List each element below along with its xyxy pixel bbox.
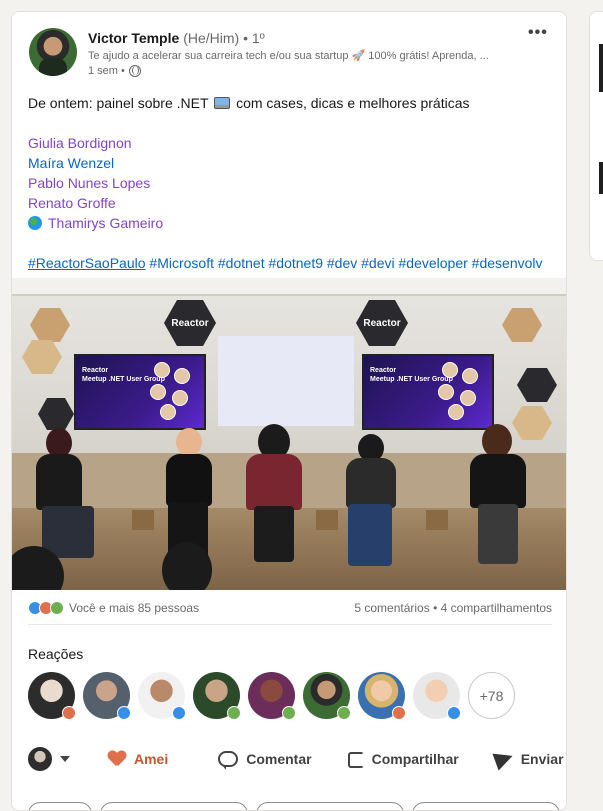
- mention-link[interactable]: Pablo Nunes Lopes: [28, 175, 150, 191]
- like-reaction-icon: [117, 706, 131, 720]
- post-meta: 1 sem •: [88, 65, 141, 77]
- suggestion-pill[interactable]: [256, 802, 404, 810]
- current-user-avatar: [28, 747, 52, 771]
- hashtag-line: #ReactorSaoPaulo #Microsoft #dotnet #dot…: [28, 253, 548, 273]
- reaction-count[interactable]: Você e mais 85 pessoas: [69, 601, 199, 615]
- love-reaction-icon: [62, 706, 76, 720]
- reactor-avatar[interactable]: [413, 672, 461, 720]
- author-pronouns: (He/Him): [183, 30, 240, 46]
- reactors-list: +78: [28, 672, 515, 720]
- suggestion-pill[interactable]: [28, 802, 92, 810]
- post-time: 1 sem •: [88, 65, 125, 77]
- globe-icon: [128, 65, 141, 77]
- tv-screen-right: Reactor Meetup .NET User Group: [362, 354, 494, 430]
- reactor-avatar[interactable]: [248, 672, 296, 720]
- post-body: De ontem: painel sobre .NET com cases, d…: [28, 93, 548, 273]
- feed-post-card: Victor Temple (He/Him) • 1º Te ajudo a a…: [11, 11, 567, 811]
- reaction-summary[interactable]: Você e mais 85 pessoas: [28, 601, 199, 615]
- mention-link[interactable]: Thamirys Gameiro: [48, 215, 163, 231]
- author-name-line[interactable]: Victor Temple (He/Him) • 1º: [88, 30, 265, 46]
- support-reaction-icon: [282, 706, 296, 720]
- more-reactors-button[interactable]: +78: [468, 672, 515, 719]
- side-panel-edge-mark: [599, 44, 603, 92]
- send-label: Enviar: [520, 751, 564, 767]
- post-intro-before: De ontem: painel sobre .NET: [28, 95, 209, 111]
- suggestion-pill[interactable]: [100, 802, 248, 810]
- post-menu-button[interactable]: •••: [528, 24, 548, 42]
- author-headline: Te ajudo a acelerar sua carreira tech e/…: [88, 50, 489, 62]
- reactions-title: Reações: [28, 646, 84, 662]
- mention-link[interactable]: Maíra Wenzel: [28, 155, 114, 171]
- reactor-sign-text: Reactor: [171, 318, 209, 329]
- divider: [28, 624, 552, 625]
- reactor-sign-text: Reactor: [363, 318, 401, 329]
- reactor-avatar[interactable]: [193, 672, 241, 720]
- support-reaction-icon: [227, 706, 241, 720]
- social-counts: Você e mais 85 pessoas 5 comentários • 4…: [28, 598, 552, 618]
- suggestion-pill[interactable]: [412, 802, 560, 810]
- mention-link[interactable]: Renato Groffe: [28, 195, 116, 211]
- reactor-avatar[interactable]: [358, 672, 406, 720]
- audience-head: [162, 542, 212, 590]
- comment-label: Comentar: [246, 751, 312, 767]
- comment-count[interactable]: 5 comentários: [354, 601, 429, 615]
- reactor-avatar[interactable]: [138, 672, 186, 720]
- hashtag-link[interactable]: #devi: [361, 255, 394, 271]
- reactor-avatar[interactable]: [28, 672, 76, 720]
- separator-dot: •: [433, 601, 438, 615]
- comments-shares: 5 comentários • 4 compartilhamentos: [354, 601, 552, 615]
- share-count[interactable]: 4 compartilhamentos: [441, 601, 552, 615]
- share-label: Compartilhar: [371, 751, 459, 767]
- hashtag-link[interactable]: #dotnet: [218, 255, 265, 271]
- connection-degree: • 1º: [243, 30, 265, 46]
- repost-icon: [346, 750, 364, 768]
- screen-faces: [150, 362, 198, 422]
- send-button[interactable]: Enviar: [492, 747, 564, 771]
- support-reaction-icon: [50, 601, 64, 615]
- stool: [316, 510, 338, 530]
- support-reaction-icon: [337, 706, 351, 720]
- send-icon: [492, 747, 516, 771]
- photo-ceiling: [12, 278, 566, 296]
- author-avatar[interactable]: [29, 28, 77, 76]
- side-panel-edge-mark-2: [599, 162, 603, 194]
- post-actions: Amei Comentar Compartilhar Enviar: [28, 742, 564, 776]
- post-photo[interactable]: Reactor Reactor Reactor Meetup .NET User…: [12, 278, 566, 590]
- comment-button[interactable]: Comentar: [218, 751, 312, 770]
- hashtag-link[interactable]: #dev: [327, 255, 357, 271]
- tv-screen-left: Reactor Meetup .NET User Group: [74, 354, 206, 430]
- hashtag-link[interactable]: #dotnet9: [269, 255, 324, 271]
- heart-icon: [108, 751, 126, 767]
- post-intro-line: De ontem: painel sobre .NET com cases, d…: [28, 93, 548, 113]
- stool: [426, 510, 448, 530]
- chevron-down-icon: [60, 756, 70, 762]
- globe-emoji-icon: [28, 216, 42, 230]
- love-label: Amei: [134, 751, 169, 767]
- reaction-as-selector[interactable]: [28, 747, 70, 771]
- reactor-avatar[interactable]: [83, 672, 131, 720]
- mention-link[interactable]: Giulia Bordignon: [28, 135, 132, 151]
- like-reaction-icon: [447, 706, 461, 720]
- screen-faces: [438, 362, 486, 422]
- love-reaction-icon: [392, 706, 406, 720]
- laptop-emoji-icon: [214, 97, 231, 109]
- stool: [132, 510, 154, 530]
- love-button[interactable]: Amei: [108, 751, 168, 767]
- share-button[interactable]: Compartilhar: [346, 750, 459, 768]
- hashtag-link[interactable]: #developer: [399, 255, 468, 271]
- suggestion-pills: [28, 802, 560, 810]
- comment-icon: [218, 751, 239, 770]
- hashtag-link[interactable]: #desenvolv: [472, 255, 543, 271]
- hashtag-link[interactable]: #Microsoft: [149, 255, 214, 271]
- projection-screen: [218, 336, 354, 426]
- reactor-avatar[interactable]: [303, 672, 351, 720]
- author-name[interactable]: Victor Temple: [88, 30, 179, 46]
- hashtag-link[interactable]: #ReactorSaoPaulo: [28, 255, 146, 271]
- like-reaction-icon: [172, 706, 186, 720]
- post-intro-after: com cases, dicas e melhores práticas: [236, 95, 470, 111]
